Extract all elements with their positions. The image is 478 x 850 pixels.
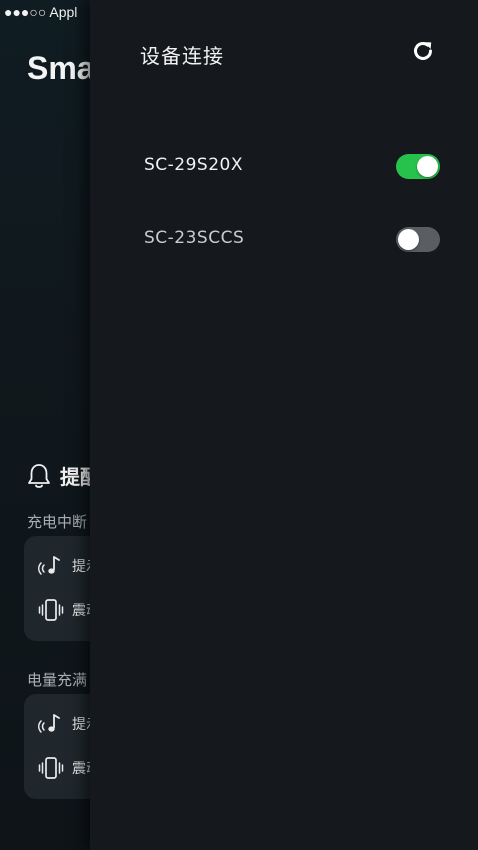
device-name: SC-29S20X (144, 155, 243, 175)
vibrate-icon (38, 757, 64, 779)
device-name: SC-23SCCS (144, 228, 245, 248)
device-row-sc-23sccs[interactable]: SC-23SCCS (90, 217, 478, 261)
device-connection-drawer: 设备连接 SC-29S20X SC-23SCCS (90, 0, 478, 850)
section-charging-interrupt: 充电中断 (27, 513, 88, 531)
vibrate-icon (38, 599, 64, 621)
device-connect-switch[interactable] (396, 227, 440, 252)
carrier-label: ●●●○○ Appl (4, 4, 78, 20)
device-connect-switch[interactable] (396, 154, 440, 179)
switch-knob (417, 156, 438, 177)
reminder-header: 提醒 (26, 461, 100, 490)
sound-icon (38, 714, 60, 733)
drawer-title: 设备连接 (140, 44, 224, 68)
sound-icon (38, 556, 60, 575)
switch-knob (398, 229, 419, 250)
refresh-button[interactable] (410, 38, 436, 64)
section-fully-charged: 电量充满 (27, 671, 88, 689)
bell-icon (28, 463, 50, 488)
refresh-icon (414, 41, 432, 60)
device-row-sc-29s20x[interactable]: SC-29S20X (90, 144, 478, 188)
